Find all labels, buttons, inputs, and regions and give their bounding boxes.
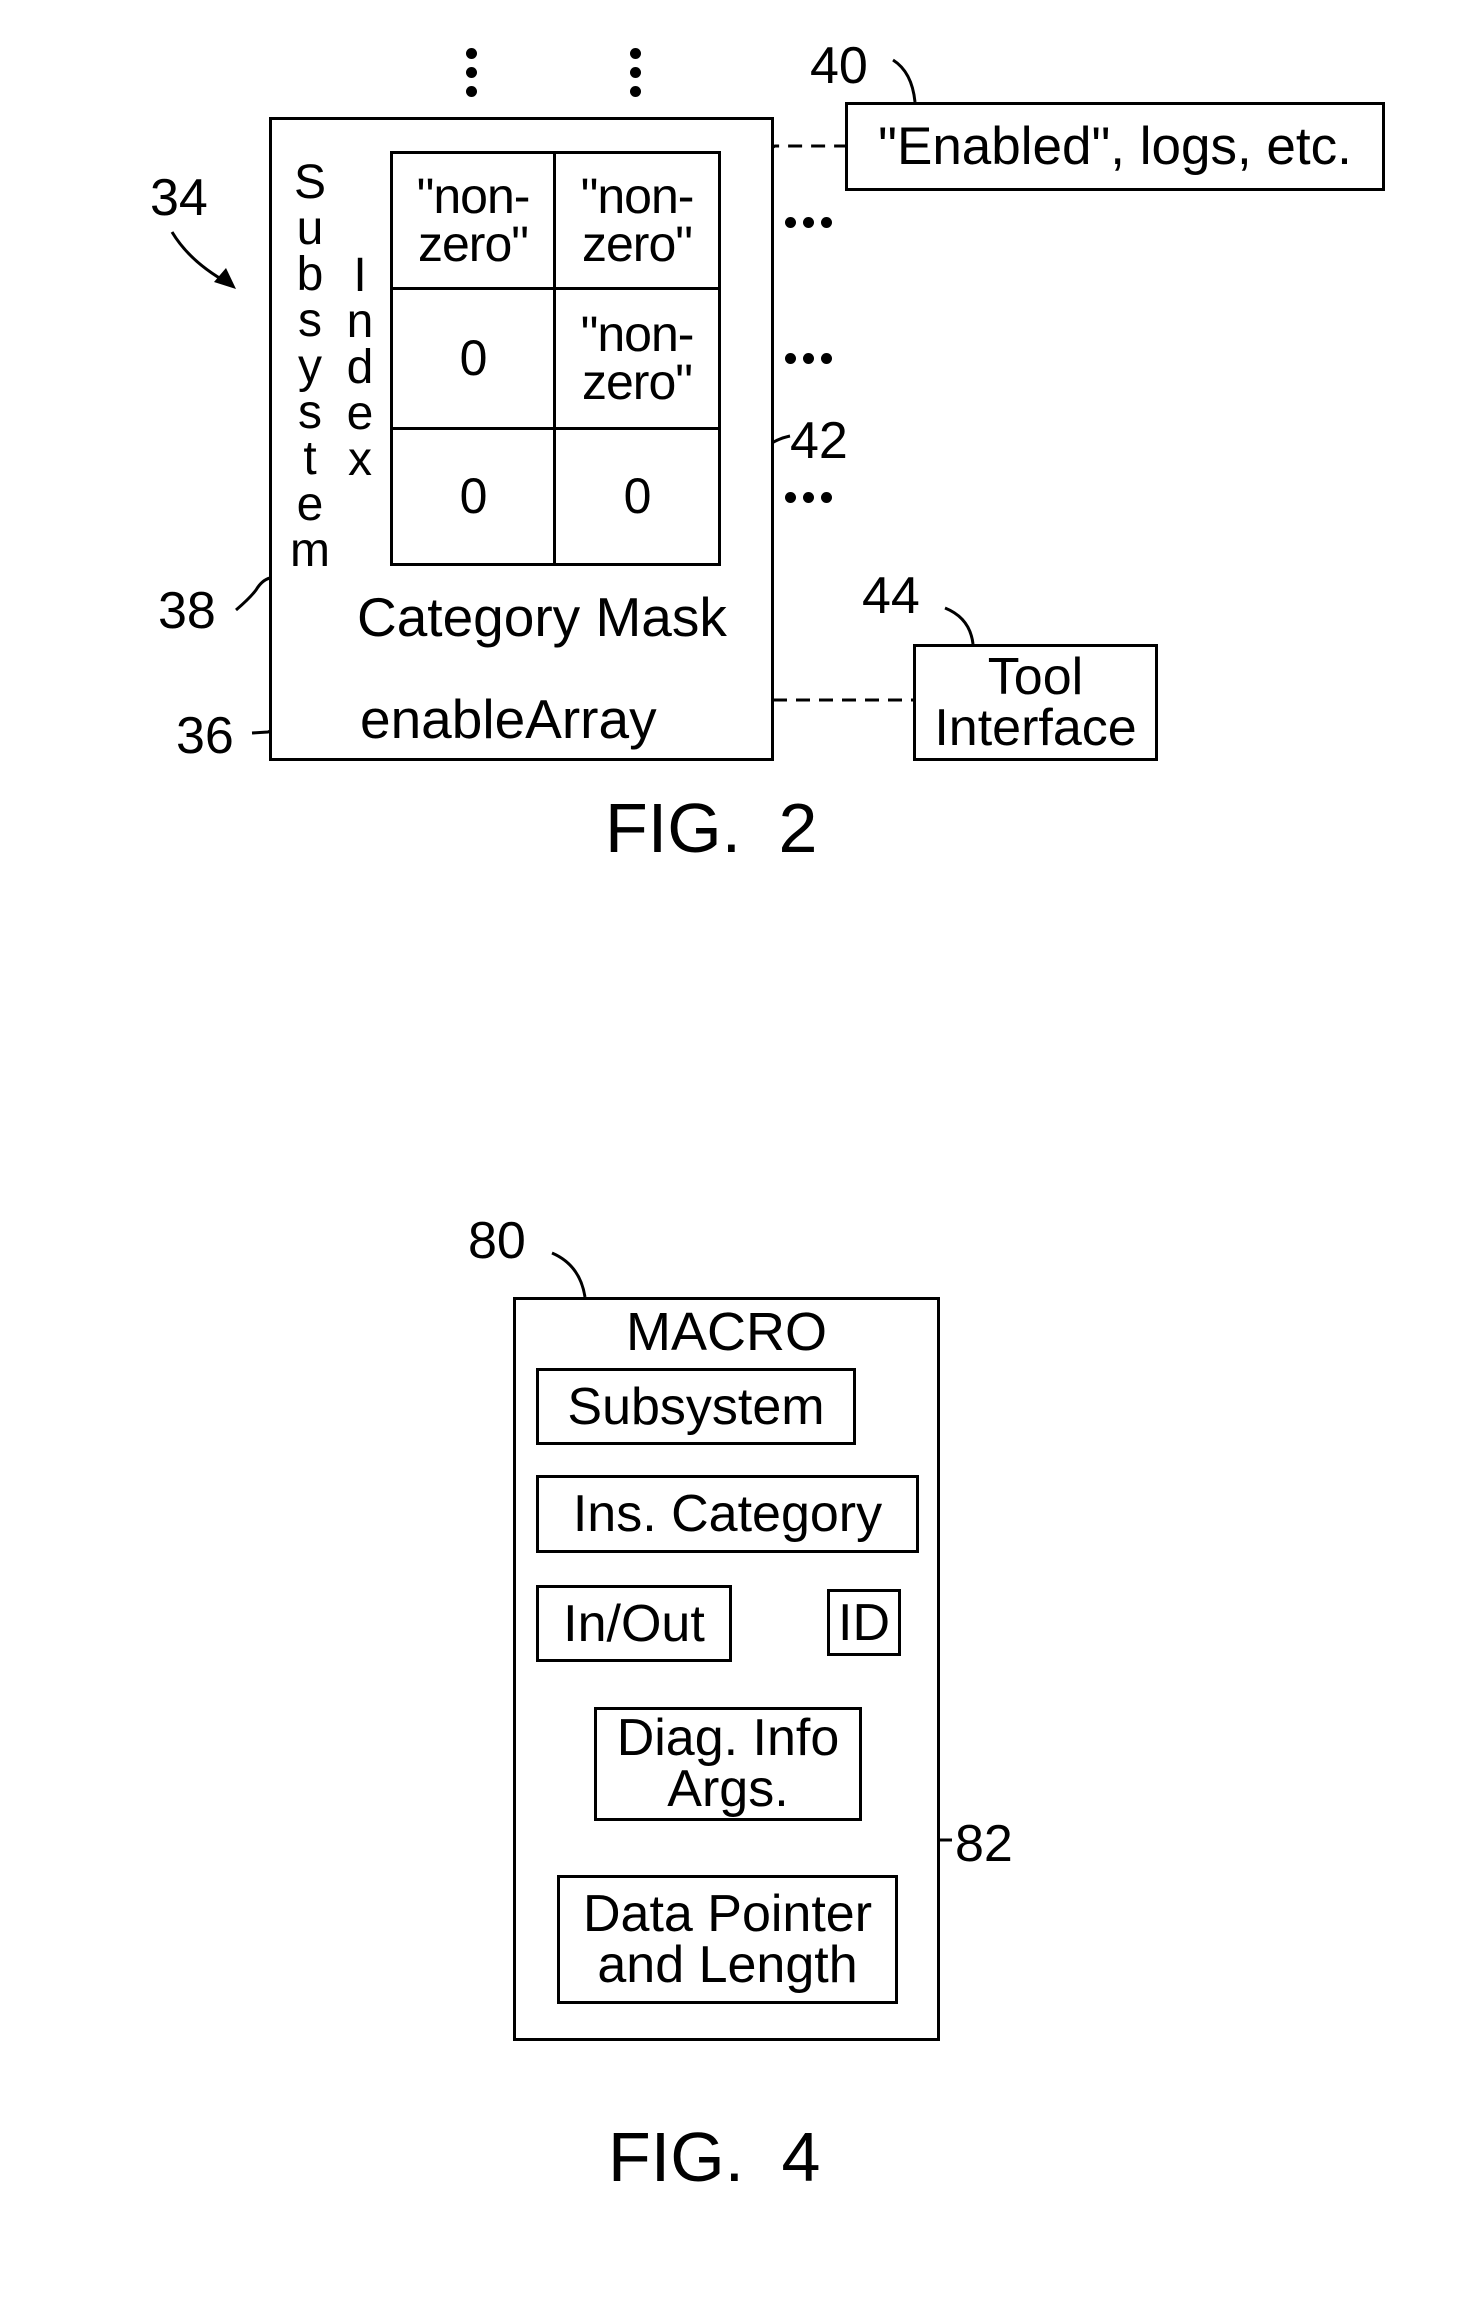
letter: u (296, 202, 324, 255)
grid-cell-r3c2: 0 (623, 467, 652, 524)
arrowhead-34 (214, 268, 236, 289)
letter: b (296, 248, 324, 301)
grid-cell-r1c1: "non- zero" (416, 168, 531, 272)
ref-label-42: 42 (790, 412, 848, 470)
letter: y (298, 340, 322, 393)
data-pointer-field-label: Data Pointer and Length (582, 1884, 873, 1994)
ellipsis-row2 (785, 353, 832, 364)
macro-title: MACRO (626, 1302, 827, 1362)
grid-cell-r2c2: "non- zero" (580, 306, 695, 410)
tool-interface-label: Tool Interface (934, 648, 1137, 757)
ellipsis-row3 (785, 492, 832, 503)
leader-40 (892, 58, 917, 103)
index-vertical-label: I n d e x (340, 249, 380, 486)
letter: e (346, 387, 374, 440)
letter: m (290, 524, 330, 577)
ref-label-44: 44 (862, 567, 920, 625)
ins-category-field-label: Ins. Category (572, 1485, 883, 1543)
letter: I (353, 249, 367, 302)
ref-label-40: 40 (810, 37, 868, 95)
ellipsis-row1 (785, 217, 832, 228)
ref-label-38: 38 (158, 582, 216, 640)
category-mask-label: Category Mask (357, 586, 727, 648)
grid-cell-r2c1: 0 (459, 329, 488, 386)
letter: x (348, 433, 372, 486)
in-out-field-label: In/Out (563, 1594, 705, 1653)
letter: n (346, 295, 374, 348)
letter: s (298, 294, 322, 347)
letter: t (303, 432, 317, 485)
leader-38 (235, 576, 271, 612)
letter: S (293, 156, 326, 209)
ref-label-82: 82 (955, 1815, 1013, 1873)
subsystem-vertical-label: S u b s y s t e m (290, 156, 330, 577)
ref-label-34: 34 (150, 169, 208, 227)
subsystem-field-label: Subsystem (567, 1377, 825, 1436)
ref-label-80: 80 (468, 1212, 526, 1270)
letter: e (296, 478, 324, 531)
leader-34-arrow (170, 231, 229, 285)
ref-label-36: 36 (176, 707, 234, 765)
id-field-label: ID (838, 1593, 890, 1652)
ellipsis-vertical-col2 (630, 48, 642, 97)
ellipsis-vertical-col1 (466, 48, 478, 97)
grid-cell-r1c2: "non- zero" (580, 168, 695, 272)
grid-cell-r3c1: 0 (459, 467, 488, 524)
letter: d (346, 341, 374, 394)
enable-array-label: enableArray (360, 688, 657, 750)
fig2-caption: FIG. 2 (605, 789, 818, 867)
diag-info-field-label: Diag. Info Args. (616, 1709, 840, 1818)
leader-44 (944, 606, 975, 645)
fig4-caption: FIG. 4 (608, 2118, 821, 2196)
leader-80 (551, 1251, 587, 1298)
enabled-logs-label: "Enabled", logs, etc. (878, 117, 1352, 176)
letter: s (298, 386, 322, 439)
